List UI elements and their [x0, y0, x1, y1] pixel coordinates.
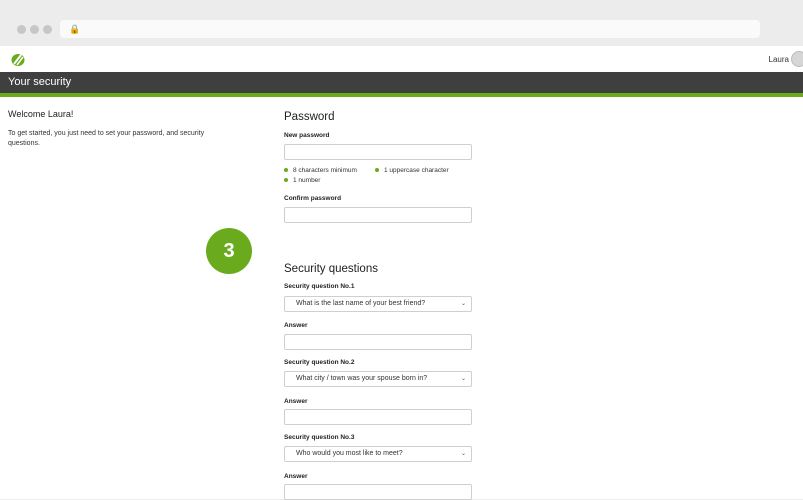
security-question-3-select[interactable]: Who would you most like to meet? ⌄: [284, 446, 472, 462]
window-close-dot[interactable]: [17, 25, 26, 34]
avatar[interactable]: [791, 51, 803, 67]
intro-text: To get started, you just need to set you…: [8, 130, 205, 147]
answer-2-label: Answer: [284, 398, 308, 405]
page: Laura Your security Welcome Laura! To ge…: [0, 46, 803, 500]
answer-1-input[interactable]: [284, 334, 472, 350]
chevron-down-icon: ⌄: [460, 301, 466, 307]
security-question-1-label: Security question No.1: [284, 283, 355, 290]
welcome-heading: Welcome Laura!: [8, 109, 74, 119]
selected-question: Who would you most like to meet?: [296, 450, 403, 457]
window-minimize-dot[interactable]: [30, 25, 39, 34]
security-question-1-select[interactable]: What is the last name of your best frien…: [284, 296, 472, 312]
step-badge: 3: [206, 228, 252, 274]
requirement-item: 1 uppercase character: [375, 167, 449, 174]
address-bar[interactable]: 🔒: [60, 20, 760, 38]
check-bullet-icon: [284, 178, 288, 183]
user-name[interactable]: Laura: [769, 55, 789, 64]
password-heading: Password: [284, 111, 335, 123]
chevron-down-icon: ⌄: [460, 376, 466, 382]
selected-question: What is the last name of your best frien…: [296, 300, 426, 307]
security-question-2-label: Security question No.2: [284, 359, 355, 366]
check-bullet-icon: [375, 168, 379, 173]
security-question-3-label: Security question No.3: [284, 434, 355, 441]
window-maximize-dot[interactable]: [43, 25, 52, 34]
requirement-item: 1 number: [284, 177, 320, 184]
answer-3-label: Answer: [284, 473, 308, 480]
confirm-password-input[interactable]: [284, 207, 472, 223]
check-bullet-icon: [284, 168, 288, 173]
browser-chrome: 🔒: [0, 0, 803, 46]
security-question-2-select[interactable]: What city / town was your spouse born in…: [284, 371, 472, 387]
answer-3-input[interactable]: [284, 484, 472, 500]
lock-icon: 🔒: [69, 24, 81, 34]
answer-2-input[interactable]: [284, 409, 472, 425]
top-bar: Laura: [0, 46, 803, 72]
new-password-input[interactable]: [284, 144, 472, 160]
page-title: Your security: [8, 76, 72, 88]
confirm-password-label: Confirm password: [284, 195, 342, 202]
new-password-label: New password: [284, 132, 330, 139]
brand-logo-icon[interactable]: [10, 52, 26, 68]
security-questions-heading: Security questions: [284, 263, 378, 275]
requirement-item: 8 characters minimum: [284, 167, 357, 174]
chevron-down-icon: ⌄: [460, 451, 466, 457]
title-bar: Your security: [0, 72, 803, 97]
selected-question: What city / town was your spouse born in…: [296, 375, 428, 382]
answer-1-label: Answer: [284, 322, 308, 329]
